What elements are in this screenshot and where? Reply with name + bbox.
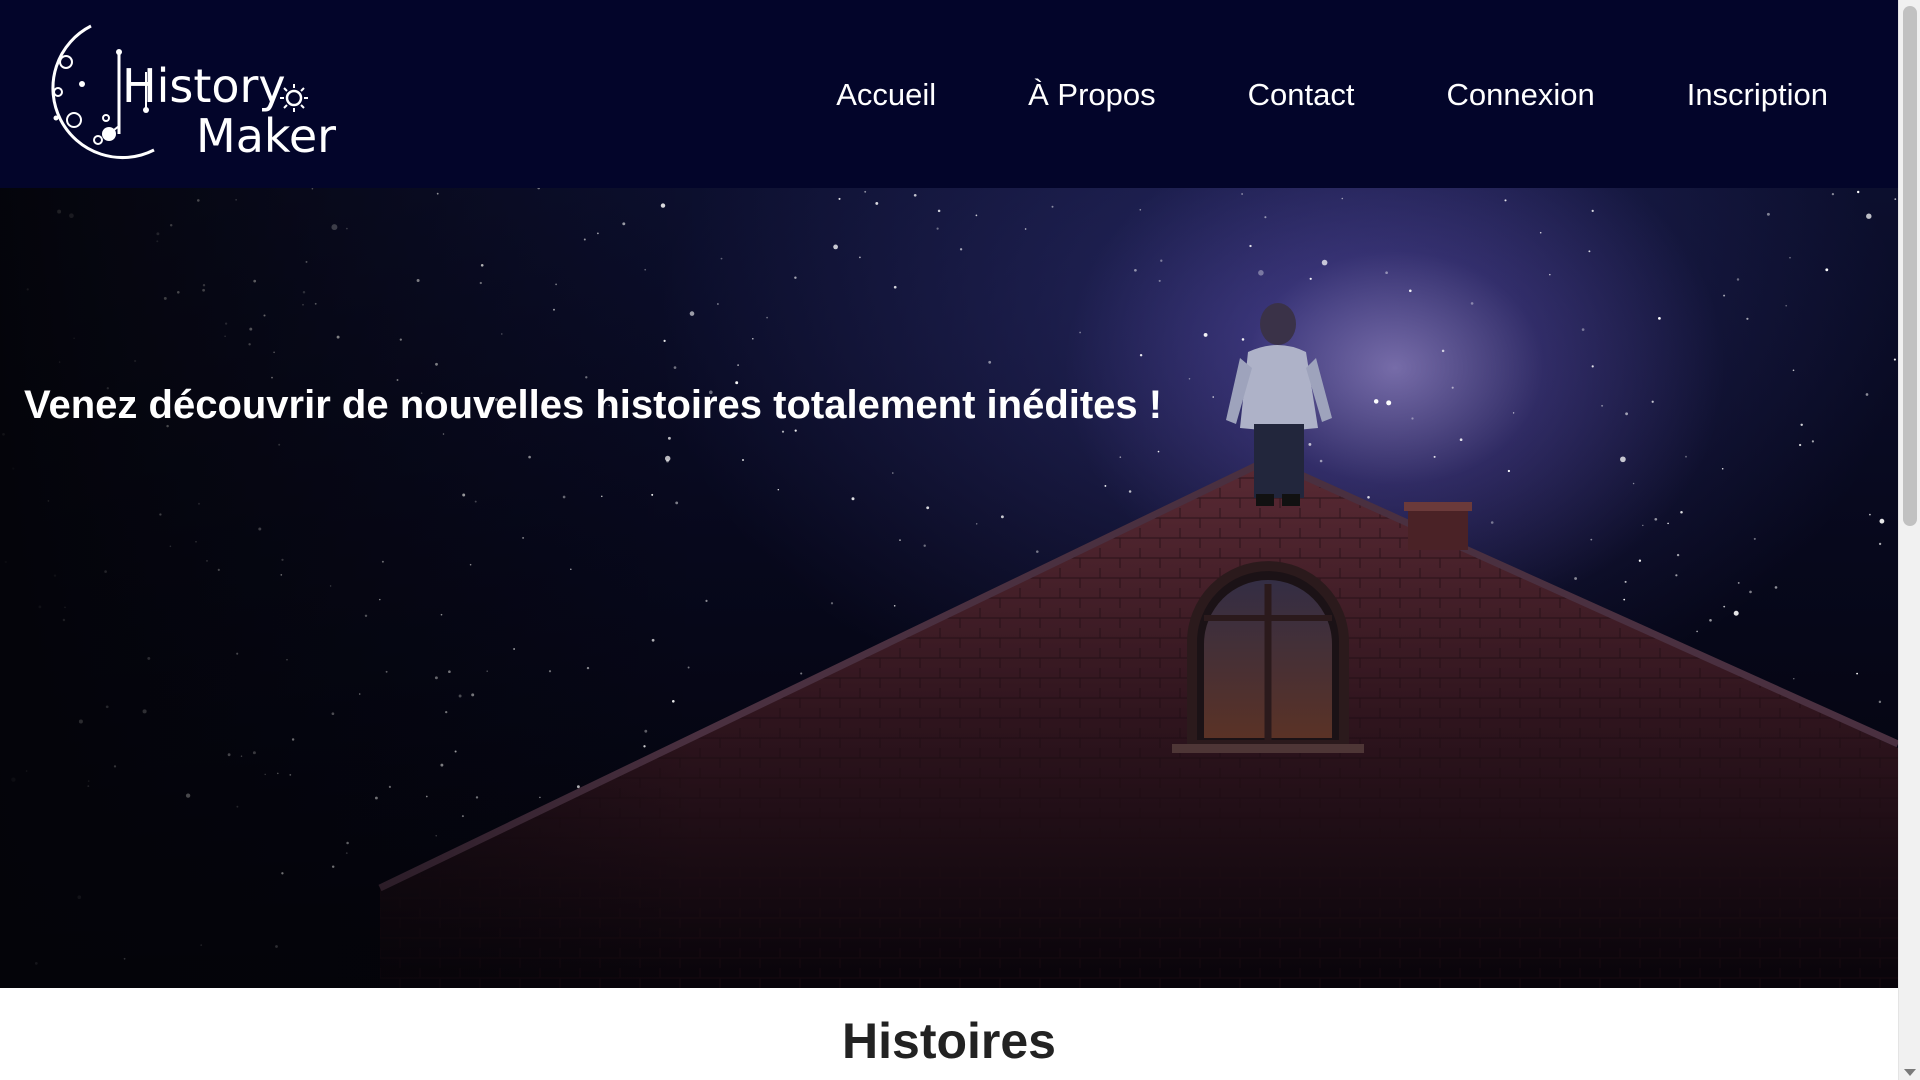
main-nav: Accueil À Propos Contact Connexion Inscr…: [744, 0, 1828, 188]
hero-night-sky-image: [0, 188, 1898, 988]
scrollbar-thumb[interactable]: [1903, 6, 1917, 526]
nav-a-propos[interactable]: À Propos: [1028, 79, 1156, 110]
nav-connexion[interactable]: Connexion: [1446, 79, 1594, 110]
logo-word-maker: Maker: [196, 109, 336, 162]
page: History Maker Accueil À Propos Contact C…: [0, 0, 1898, 1080]
vertical-scrollbar[interactable]: [1898, 0, 1920, 1080]
nav-accueil[interactable]: Accueil: [836, 79, 936, 110]
section-title-histoires: Histoires: [842, 1013, 1056, 1069]
site-header: History Maker Accueil À Propos Contact C…: [0, 0, 1898, 188]
hero-banner: Venez découvrir de nouvelles histoires t…: [0, 188, 1898, 988]
scroll-down-arrow-icon[interactable]: [1904, 1069, 1916, 1076]
nav-inscription[interactable]: Inscription: [1687, 79, 1828, 110]
hero-tagline: Venez découvrir de nouvelles histoires t…: [24, 383, 1163, 427]
nav-contact[interactable]: Contact: [1248, 79, 1355, 110]
history-maker-logo[interactable]: History Maker: [36, 22, 336, 162]
logo-word-history: History: [122, 59, 286, 113]
